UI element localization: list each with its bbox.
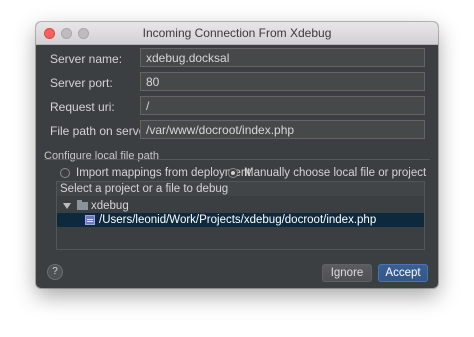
- window-title: Incoming Connection From Xdebug: [142, 26, 332, 40]
- manual-choose-radio[interactable]: [228, 168, 238, 178]
- section-divider: [44, 159, 430, 160]
- import-mappings-radio[interactable]: [60, 168, 70, 178]
- request-uri-label: Request uri:: [50, 100, 115, 114]
- server-port-label: Server port:: [50, 76, 113, 90]
- ignore-button[interactable]: Ignore: [322, 264, 372, 282]
- request-uri-field[interactable]: /: [140, 96, 425, 115]
- server-name-label: Server name:: [50, 52, 123, 66]
- configure-section-label: Configure local file path: [44, 150, 159, 162]
- php-file-icon: [85, 215, 95, 225]
- tree-header: Select a project or a file to debug: [57, 182, 424, 196]
- manual-choose-option[interactable]: Manually choose local file or project: [228, 167, 426, 179]
- tree-item-file[interactable]: /Users/leonid/Work/Projects/xdebug/docro…: [57, 213, 424, 227]
- server-port-field[interactable]: 80: [140, 72, 425, 91]
- file-path-label: File path on server:: [50, 124, 153, 138]
- title-bar: Incoming Connection From Xdebug: [36, 22, 438, 45]
- file-path: /Users/leonid/Work/Projects/xdebug/docro…: [99, 214, 377, 226]
- triangle-down-icon[interactable]: [63, 203, 71, 209]
- project-file-tree[interactable]: Select a project or a file to debug xdeb…: [56, 181, 425, 250]
- import-mappings-label: Import mappings from deployment: [76, 167, 251, 179]
- server-name-field[interactable]: xdebug.docksal: [140, 48, 425, 67]
- help-button[interactable]: ?: [47, 264, 63, 280]
- incoming-connection-dialog: Incoming Connection From Xdebug Server n…: [36, 22, 438, 288]
- import-mappings-option[interactable]: Import mappings from deployment: [60, 167, 251, 179]
- project-name: xdebug: [91, 200, 129, 212]
- tree-item-project[interactable]: xdebug: [57, 199, 424, 213]
- manual-choose-label: Manually choose local file or project: [244, 167, 427, 179]
- accept-button[interactable]: Accept: [378, 264, 428, 282]
- file-path-field[interactable]: /var/www/docroot/index.php: [140, 120, 425, 139]
- folder-icon: [77, 200, 88, 210]
